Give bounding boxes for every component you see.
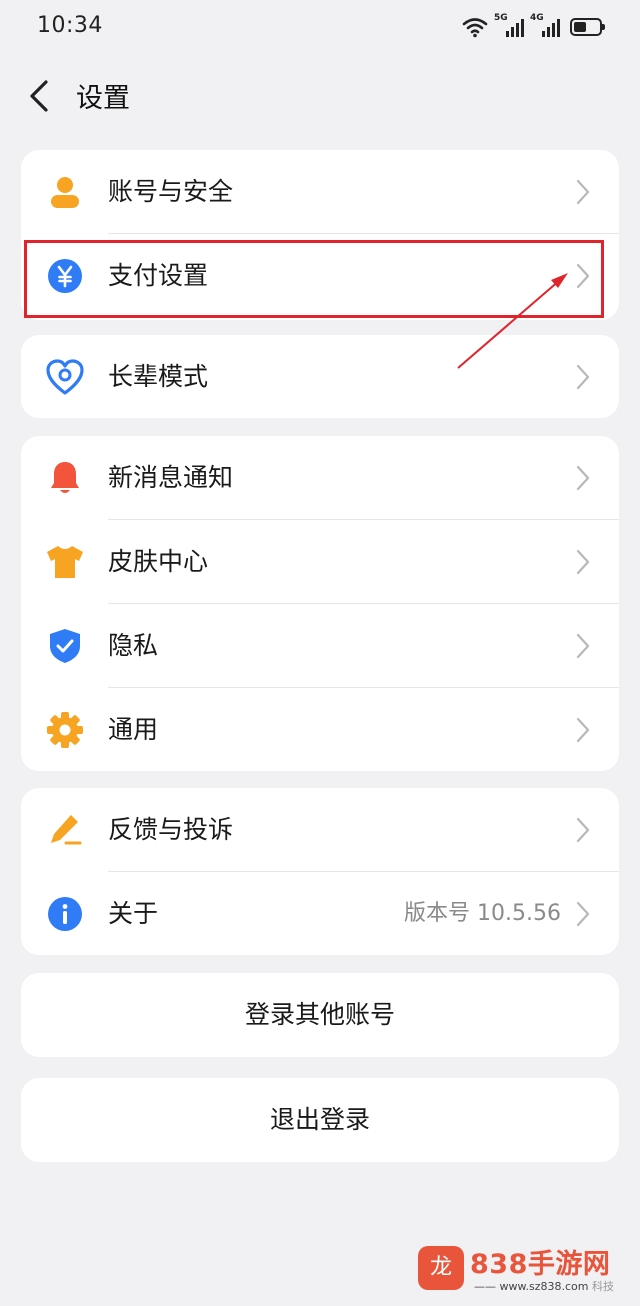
chevron-left-icon[interactable] <box>24 76 58 116</box>
settings-group-support: 反馈与投诉 关于 版本号 10.5.56 <box>21 788 619 955</box>
settings-item-feedback[interactable]: 反馈与投诉 <box>21 788 619 872</box>
settings-item-label: 隐私 <box>108 631 159 660</box>
wifi-icon <box>462 18 488 38</box>
battery-level <box>574 22 586 32</box>
chevron-right-icon <box>576 817 590 843</box>
settings-group-elder: 长辈模式 <box>21 335 619 418</box>
settings-group-general: 新消息通知 皮肤中心 隐私 通用 <box>21 436 619 771</box>
signal-5g-icon: 5G <box>494 13 524 39</box>
settings-item-label: 反馈与投诉 <box>108 815 234 844</box>
highlight-box <box>24 240 604 318</box>
status-icons: 5G 4G <box>462 13 605 40</box>
chevron-right-icon <box>576 633 590 659</box>
watermark-url: —— www.sz838.com 科技 <box>474 1280 614 1293</box>
chevron-right-icon <box>576 549 590 575</box>
settings-item-account-security[interactable]: 账号与安全 <box>21 150 619 234</box>
switch-account-button[interactable]: 登录其他账号 <box>21 973 619 1057</box>
gear-icon <box>47 712 83 748</box>
watermark-brand: 838手游网 <box>470 1249 611 1280</box>
status-bar: 10:34 5G 4G <box>0 0 640 56</box>
page-title: 设置 <box>76 83 130 114</box>
person-icon <box>51 177 79 208</box>
tshirt-icon <box>47 546 83 578</box>
chevron-right-icon <box>576 465 590 491</box>
settings-item-label: 通用 <box>108 715 159 744</box>
settings-item-about[interactable]: 关于 版本号 10.5.56 <box>21 872 619 955</box>
signal-4g-icon: 4G <box>530 13 560 39</box>
status-time: 10:34 <box>37 13 103 38</box>
heart-icon <box>46 359 84 395</box>
header: 设置 <box>0 56 640 136</box>
watermark: 龙 838手游网 —— www.sz838.com 科技 <box>418 1242 628 1298</box>
watermark-url-text: www.sz838.com <box>499 1280 589 1293</box>
chevron-right-icon <box>576 364 590 390</box>
settings-item-label: 长辈模式 <box>108 362 209 391</box>
settings-item-label: 账号与安全 <box>108 177 234 206</box>
settings-item-label: 新消息通知 <box>108 463 234 492</box>
settings-item-skin-center[interactable]: 皮肤中心 <box>21 520 619 604</box>
version-value: 版本号 10.5.56 <box>404 901 561 926</box>
battery-icon <box>570 18 605 36</box>
settings-item-notifications[interactable]: 新消息通知 <box>21 436 619 520</box>
watermark-faint-text: 科技 <box>591 1280 614 1293</box>
chevron-right-icon <box>576 179 590 205</box>
settings-item-label: 关于 <box>108 899 159 928</box>
bell-icon <box>51 462 79 493</box>
dragon-logo-icon: 龙 <box>418 1246 464 1290</box>
settings-item-label: 皮肤中心 <box>108 547 209 576</box>
chevron-right-icon <box>576 717 590 743</box>
logout-button[interactable]: 退出登录 <box>21 1078 619 1162</box>
settings-item-elder-mode[interactable]: 长辈模式 <box>21 335 619 418</box>
info-icon <box>48 897 82 931</box>
settings-item-general[interactable]: 通用 <box>21 688 619 771</box>
chevron-right-icon <box>576 901 590 927</box>
pencil-icon <box>51 815 82 845</box>
shield-icon <box>50 629 80 663</box>
settings-item-privacy[interactable]: 隐私 <box>21 604 619 688</box>
